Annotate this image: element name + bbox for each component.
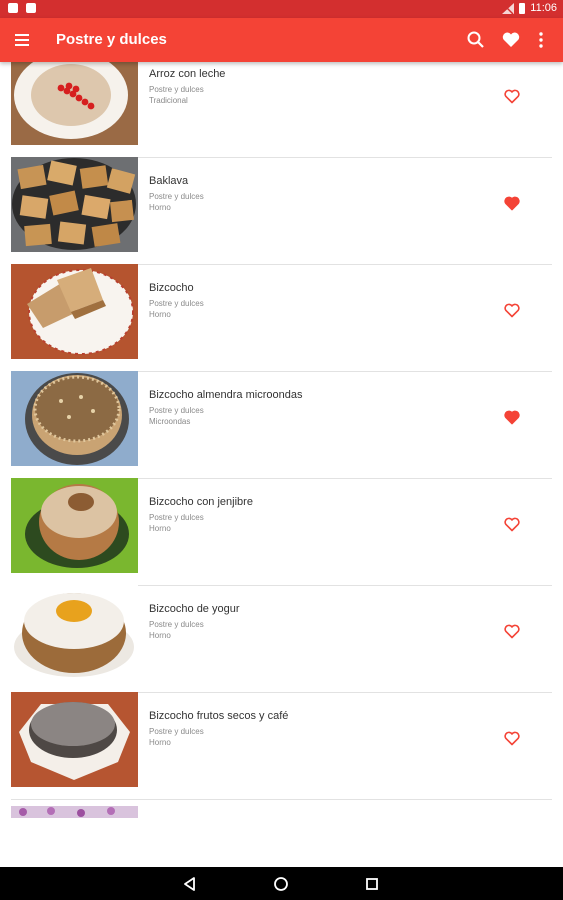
favorite-outline-icon[interactable] [503,623,521,639]
recipe-image [11,585,138,680]
recipe-name: Bizcocho [149,282,194,294]
more-vert-icon[interactable] [530,29,552,51]
search-icon[interactable] [465,29,487,51]
recipe-method: Microondas [149,417,191,426]
notification-icon [26,3,36,13]
recipe-name: Bizcocho de yogur [149,603,240,615]
recipe-list: Arroz con leche Postre y dulces Tradicio… [0,62,563,867]
app-bar: Postre y dulces [0,18,563,62]
home-icon[interactable] [272,875,290,893]
clock: 11:06 [530,2,557,14]
recipe-category: Postre y dulces [149,513,204,522]
recipe-image [11,692,138,787]
recipe-item-baklava[interactable]: Baklava Postre y dulces Horno [11,157,552,265]
recipe-image [11,62,138,145]
recipe-method: Tradicional [149,96,188,105]
recipe-item-bizcocho[interactable]: Bizcocho Postre y dulces Horno [11,264,552,372]
back-icon[interactable] [181,875,199,893]
signal-icon [502,2,515,14]
recipe-category: Postre y dulces [149,85,204,94]
favorite-filled-icon[interactable] [503,409,521,425]
recipe-category: Postre y dulces [149,620,204,629]
favorite-outline-icon[interactable] [503,516,521,532]
recipe-item-partial[interactable] [11,806,552,818]
recipe-name: Bizcocho almendra microondas [149,389,303,401]
favorite-filled-icon[interactable] [503,195,521,211]
favorite-outline-icon[interactable] [503,730,521,746]
page-title: Postre y dulces [56,31,167,48]
recipe-name: Bizcocho con jenjibre [149,496,253,508]
notification-icon [8,3,18,13]
recipe-category: Postre y dulces [149,299,204,308]
favorite-outline-icon[interactable] [503,88,521,104]
recipe-name: Baklava [149,175,189,187]
recipe-category: Postre y dulces [149,192,204,201]
recipe-image [11,478,138,573]
recipe-category: Postre y dulces [149,727,204,736]
recipe-item-bizcocho-con-jenjibre[interactable]: Bizcocho con jenjibre Postre y dulces Ho… [11,478,552,586]
recipe-name: Bizcocho frutos secos y café [149,710,289,722]
recipe-item-bizcocho-almendra-microondas[interactable]: Bizcocho almendra microondas Postre y du… [11,371,552,479]
heart-icon[interactable] [500,29,522,51]
recipe-category: Postre y dulces [149,406,204,415]
recipe-method: Horno [149,310,171,319]
recipe-image [11,264,138,359]
recipe-item-bizcocho-frutos-secos-y-cafe[interactable]: Bizcocho frutos secos y café Postre y du… [11,692,552,800]
recipe-method: Horno [149,524,171,533]
status-bar: 11:06 [0,0,563,18]
recipe-method: Horno [149,203,171,212]
recipe-image [11,157,138,252]
recipe-image [11,806,138,818]
recipe-method: Horno [149,738,171,747]
navigation-bar [0,867,563,900]
recipe-image [11,371,138,466]
recents-icon[interactable] [363,875,381,893]
recipe-item-arroz-con-leche[interactable]: Arroz con leche Postre y dulces Tradicio… [11,62,552,158]
battery-icon [519,2,526,14]
menu-icon[interactable] [14,31,32,49]
favorite-outline-icon[interactable] [503,302,521,318]
recipe-item-bizcocho-de-yogur[interactable]: Bizcocho de yogur Postre y dulces Horno [11,585,552,693]
recipe-method: Horno [149,631,171,640]
recipe-name: Arroz con leche [149,68,226,80]
